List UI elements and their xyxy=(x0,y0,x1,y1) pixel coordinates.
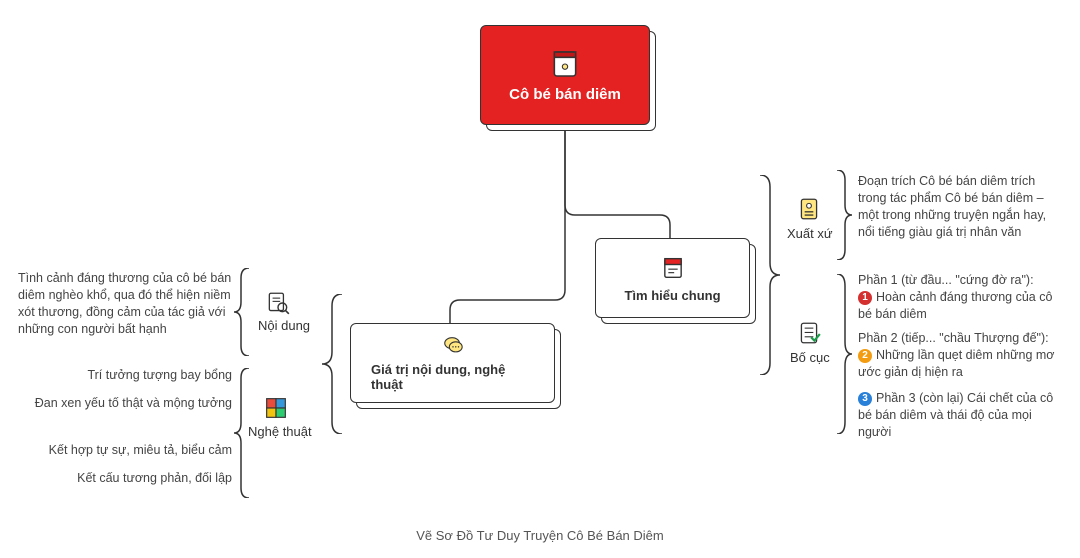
search-doc-icon xyxy=(265,290,291,316)
brace-left-gia-tri xyxy=(322,294,346,434)
brace-right-xuat-xu xyxy=(834,170,852,260)
leaf-nt-4: Kết cấu tương phản, đối lập xyxy=(20,470,232,487)
puzzle-icon xyxy=(262,394,290,422)
caption: Vẽ Sơ Đồ Tư Duy Truyện Cô Bé Bán Diêm xyxy=(0,528,1080,543)
leaf-xuat-xu: Đoạn trích Cô bé bán diêm trích trong tá… xyxy=(858,173,1063,241)
leaf-nt-1: Trí tưởng tượng bay bổng xyxy=(42,367,232,384)
leaf-bo-cuc-2: Phần 2 (tiếp... "chầu Thượng đế"): 2Nhữn… xyxy=(858,330,1068,381)
leaf-noi-dung: Tình cảnh đáng thương của cô bé bán diêm… xyxy=(18,270,233,338)
brace-left-nghe-thuat xyxy=(234,368,252,498)
sub-noi-dung: Nội dung xyxy=(258,318,310,333)
checklist-icon xyxy=(796,320,822,346)
leaf-nt-2: Đan xen yếu tố thật và mộng tưởng xyxy=(20,395,232,412)
node-tim-hieu-title: Tìm hiểu chung xyxy=(624,288,720,303)
leaf-bo-cuc-1: Phần 1 (từ đầu... "cứng đờ ra"): 1Hoàn c… xyxy=(858,272,1068,323)
root-title: Cô bé bán diêm xyxy=(509,86,621,103)
node-gia-tri-title: Giá trị nội dung, nghệ thuật xyxy=(371,362,534,392)
book-icon xyxy=(549,48,581,80)
leaf-bo-cuc-3: 3Phần 3 (còn lại) Cái chết của cô bé bán… xyxy=(858,390,1068,441)
brace-right-bo-cuc xyxy=(834,274,852,434)
sub-bo-cuc: Bố cục xyxy=(790,350,830,365)
bullet-3: 3 xyxy=(858,392,872,406)
sub-nghe-thuat: Nghệ thuật xyxy=(248,424,312,439)
bullet-1: 1 xyxy=(858,291,872,305)
document-icon xyxy=(659,254,687,282)
brace-right-tim-hieu xyxy=(756,175,780,375)
chat-icon xyxy=(439,334,467,356)
sub-xuat-xu: Xuất xứ xyxy=(787,226,833,241)
leaf-nt-3: Kết hợp tự sự, miêu tả, biểu cảm xyxy=(20,442,232,459)
brace-left-noi-dung xyxy=(234,268,252,356)
bullet-2: 2 xyxy=(858,349,872,363)
id-card-icon xyxy=(796,196,822,222)
